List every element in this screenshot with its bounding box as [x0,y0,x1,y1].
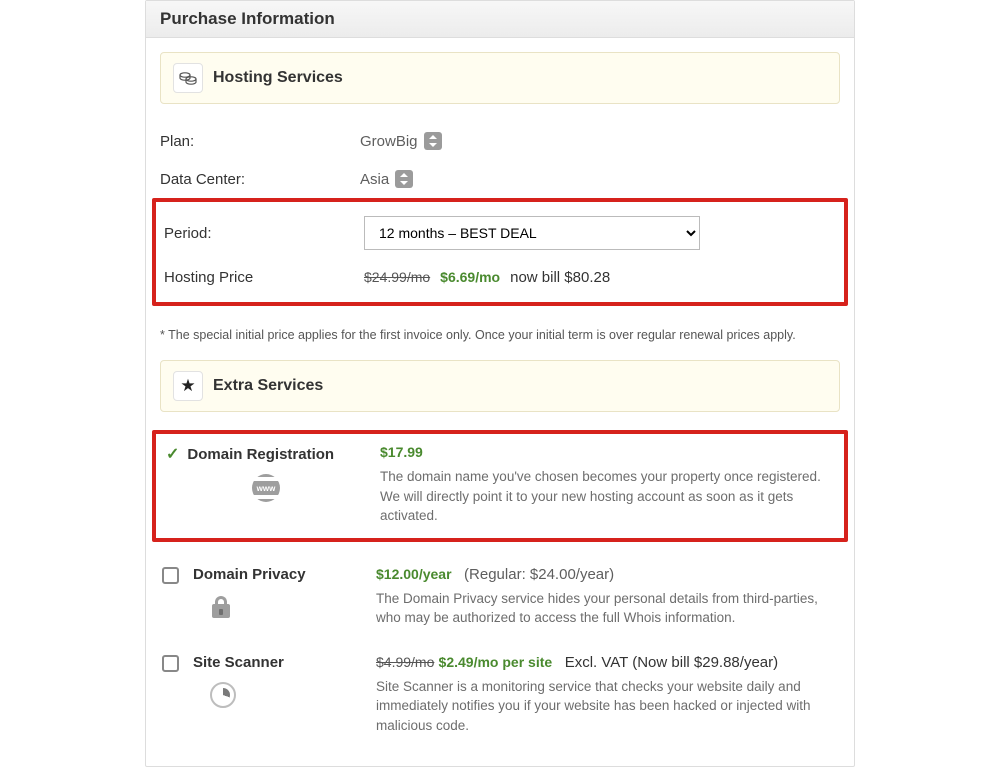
site-scanner-right: $4.99/mo $2.49/mo per site Excl. VAT (No… [376,654,840,736]
hosting-services-band: Hosting Services [160,52,840,104]
price-disclaimer: * The special initial price applies for … [160,320,840,360]
check-icon: ✓ [166,444,179,464]
hosting-price-nowbill: now bill $80.28 [510,269,610,286]
site-scanner-title-wrap: Site Scanner [162,654,284,672]
domain-registration-desc: The domain name you've chosen becomes yo… [380,467,836,526]
domain-registration-left: ✓ Domain Registration www [164,444,364,526]
star-icon: ★ [173,371,203,401]
domain-privacy-title: Domain Privacy [193,566,306,583]
period-highlight: Period: 12 months – BEST DEAL Hosting Pr… [152,198,848,306]
purchase-panel: Purchase Information Hosting Services Pl… [145,0,855,767]
datacenter-row: Data Center: Asia [160,160,840,198]
domain-privacy-checkbox[interactable] [162,567,179,584]
domain-registration-highlight: ✓ Domain Registration www $17.99 The dom… [152,430,848,542]
domain-registration-row: ✓ Domain Registration www $17.99 The dom… [164,440,836,532]
domain-privacy-row: Domain Privacy $12.00/year (Regular: $24… [160,556,840,644]
plan-value: GrowBig [360,132,840,150]
site-scanner-title: Site Scanner [193,654,284,671]
site-scanner-desc: Site Scanner is a monitoring service tha… [376,677,840,736]
extra-services-band: ★ Extra Services [160,360,840,412]
domain-privacy-desc: The Domain Privacy service hides your pe… [376,589,840,628]
domain-privacy-regular: (Regular: $24.00/year) [464,566,614,583]
domain-registration-title-wrap: ✓ Domain Registration [166,444,334,464]
domain-registration-title: Domain Registration [187,446,334,463]
lock-icon [210,594,232,618]
hosting-band-title: Hosting Services [213,69,343,87]
site-scanner-now-bill: (Now bill $29.88/year) [632,654,778,671]
datacenter-value-text: Asia [360,171,389,188]
site-scanner-left: Site Scanner [160,654,360,736]
panel-title: Purchase Information [146,1,854,38]
plan-label: Plan: [160,133,360,150]
extras-band-title: Extra Services [213,377,323,395]
site-scanner-price-struck: $4.99/mo [376,654,434,670]
site-scanner-checkbox[interactable] [162,655,179,672]
site-scanner-price-current: $2.49/mo per site [439,654,553,670]
panel-body: Hosting Services Plan: GrowBig Data Cent… [146,38,854,766]
datacenter-change-button[interactable] [395,170,413,188]
hosting-price-current: $6.69/mo [440,269,500,285]
period-value: 12 months – BEST DEAL [364,216,836,250]
datacenter-value: Asia [360,170,840,188]
hosting-price-value: $24.99/mo $6.69/mo now bill $80.28 [364,269,836,286]
domain-privacy-right: $12.00/year (Regular: $24.00/year) The D… [376,566,840,628]
hosting-price-label: Hosting Price [164,269,364,286]
www-icon: www [252,474,280,502]
coins-icon [173,63,203,93]
domain-registration-price: $17.99 [380,444,423,460]
plan-change-button[interactable] [424,132,442,150]
domain-registration-right: $17.99 The domain name you've chosen bec… [380,444,836,526]
scanner-icon [210,682,236,708]
domain-privacy-left: Domain Privacy [160,566,360,628]
domain-privacy-price: $12.00/year [376,566,452,582]
period-row: Period: 12 months – BEST DEAL [164,208,836,258]
plan-value-text: GrowBig [360,133,418,150]
period-select[interactable]: 12 months – BEST DEAL [364,216,700,250]
hosting-price-struck: $24.99/mo [364,269,430,285]
site-scanner-excl: Excl. VAT [565,654,628,671]
hosting-price-row: Hosting Price $24.99/mo $6.69/mo now bil… [164,258,836,296]
period-label: Period: [164,225,364,242]
domain-privacy-title-wrap: Domain Privacy [162,566,306,584]
datacenter-label: Data Center: [160,171,360,188]
plan-row: Plan: GrowBig [160,122,840,160]
site-scanner-row: Site Scanner $4.99/mo $2.49/mo per site … [160,644,840,752]
